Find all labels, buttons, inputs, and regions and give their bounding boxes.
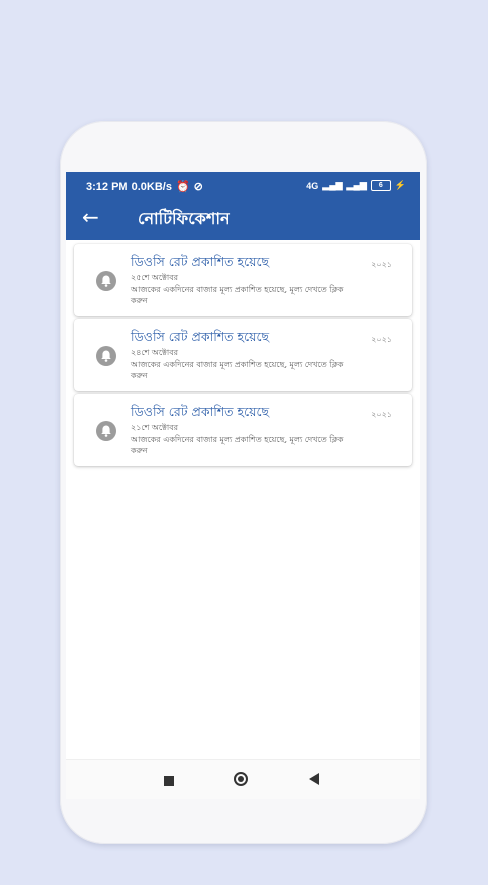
charging-icon: ⚡ (394, 180, 406, 190)
circle-icon[interactable] (234, 772, 248, 786)
notification-year: ২০২১ (371, 260, 392, 269)
notification-body: আজকের একদিনের বাজার মূল্য প্রকাশিত হয়েছ… (131, 360, 344, 380)
status-left: 3:12 PM 0.0KB/s ⏰ ⊘ (86, 180, 203, 194)
notification-card[interactable]: ডিওসি রেট প্রকাশিত হয়েছে ২৫শে অক্টোবর আ… (74, 244, 412, 316)
status-right: 4G ▂▄▆ ▂▄▆ 6 ⚡ (306, 180, 406, 191)
square-icon[interactable] (164, 776, 174, 786)
signal-icon-2: ▂▄▆ (346, 180, 367, 190)
notification-year: ২০২১ (371, 410, 392, 419)
system-nav-bar (66, 759, 420, 799)
sync-icon: ⊘ (193, 181, 203, 193)
phone-screen: 3:12 PM 0.0KB/s ⏰ ⊘ 4G ▂▄▆ ▂▄▆ 6 ⚡ ← নোট… (66, 172, 420, 799)
arrow-left-icon[interactable]: ← (82, 204, 99, 230)
status-time: 3:12 PM (86, 180, 128, 193)
notification-title: ডিওসি রেট প্রকাশিত হয়েছে (131, 254, 270, 269)
notification-body: আজকের একদিনের বাজার মূল্য প্রকাশিত হয়েছ… (131, 435, 344, 455)
status-speed: 0.0KB/s (131, 180, 172, 193)
signal-icon: ▂▄▆ (322, 180, 343, 190)
bell-icon (96, 346, 116, 366)
notification-body: আজকের একদিনের বাজার মূল্য প্রকাশিত হয়েছ… (131, 285, 344, 305)
bell-icon (96, 421, 116, 441)
notification-year: ২০২১ (371, 335, 392, 344)
notification-card[interactable]: ডিওসি রেট প্রকাশিত হয়েছে ২৪শে অক্টোবর আ… (74, 319, 412, 391)
page-title: নোটিফিকেশান (138, 209, 230, 228)
notification-list: ডিওসি রেট প্রকাশিত হয়েছে ২৫শে অক্টোবর আ… (74, 244, 412, 469)
notification-card[interactable]: ডিওসি রেট প্রকাশিত হয়েছে ২১শে অক্টোবর আ… (74, 394, 412, 466)
network-type: 4G (306, 180, 319, 191)
alarm-icon: ⏰ (175, 181, 190, 193)
triangle-back-icon[interactable] (309, 773, 319, 785)
app-bar: ← নোটিফিকেশান (66, 200, 420, 240)
notification-title: ডিওসি রেট প্রকাশিত হয়েছে (131, 404, 270, 419)
status-bar: 3:12 PM 0.0KB/s ⏰ ⊘ 4G ▂▄▆ ▂▄▆ 6 ⚡ (66, 172, 420, 200)
battery-icon: 6 (370, 180, 391, 191)
bell-icon (96, 271, 116, 291)
notification-title: ডিওসি রেট প্রকাশিত হয়েছে (131, 329, 270, 344)
